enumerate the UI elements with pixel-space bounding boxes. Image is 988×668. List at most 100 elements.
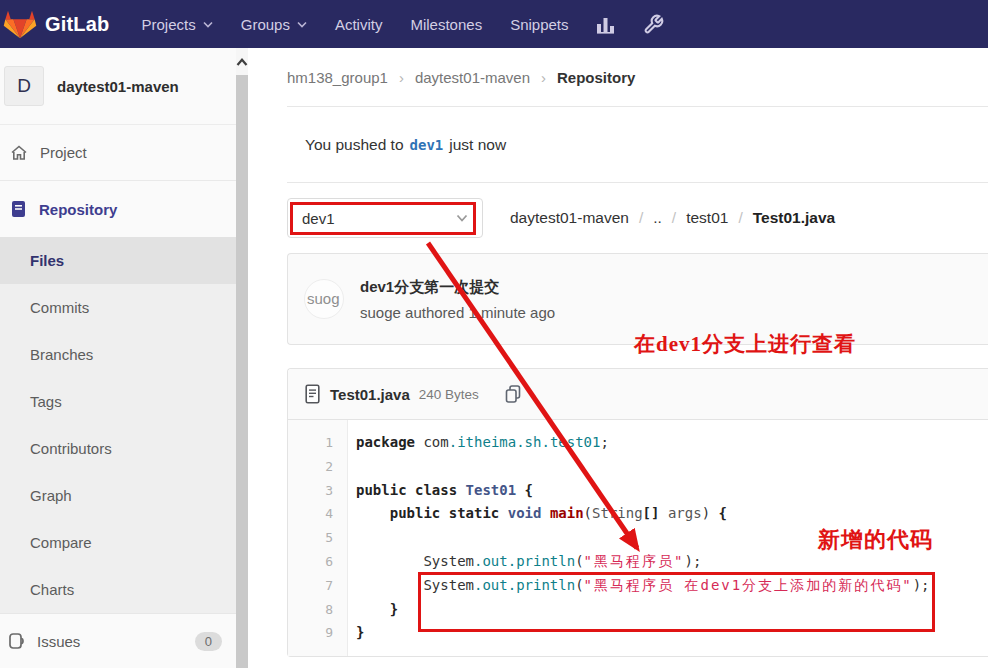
file-viewer: Test01.java 240 Bytes 123456789 package … [287, 368, 988, 657]
code-line: } [348, 621, 988, 645]
code-line: package com.itheima.sh.test01; [348, 431, 988, 455]
brand-name: GitLab [45, 13, 110, 36]
sidebar-item-graph[interactable]: Graph [0, 472, 236, 519]
commit-author-avatar: suoge [304, 279, 344, 319]
path-segment[interactable]: daytest01-maven [510, 209, 629, 227]
gitlab-tanuki-icon [2, 7, 38, 41]
line-number[interactable]: 4 [288, 502, 333, 526]
sidebar: D daytest01-maven Project Repository Fil… [0, 48, 236, 668]
repository-submenu: FilesCommitsBranchesTagsContributorsGrap… [0, 237, 236, 613]
line-numbers[interactable]: 123456789 [288, 420, 348, 656]
charts-icon[interactable] [595, 14, 617, 34]
push-notice-text: You pushed to [305, 136, 404, 154]
push-notice: You pushed to dev1 just now [287, 107, 988, 183]
path-separator: / [639, 209, 643, 227]
file-size: 240 Bytes [419, 387, 479, 402]
line-number[interactable]: 5 [288, 526, 333, 550]
nav-item-milestones[interactable]: Milestones [410, 16, 482, 33]
sidebar-item-label: Repository [39, 201, 117, 218]
path-current-file: Test01.java [753, 209, 835, 227]
push-notice-text-suffix: just now [449, 136, 506, 154]
sidebar-item-label: Project [40, 144, 87, 161]
sidebar-item-commits[interactable]: Commits [0, 284, 236, 331]
copy-icon [503, 384, 523, 404]
sidebar-item-issues[interactable]: Issues 0 [0, 613, 236, 668]
breadcrumb-separator: › [541, 69, 546, 86]
line-number[interactable]: 9 [288, 621, 333, 645]
sidebar-item-charts[interactable]: Charts [0, 566, 236, 613]
breadcrumb-item[interactable]: hm138_group1 [287, 69, 388, 86]
nav-item-snippets[interactable]: Snippets [510, 16, 568, 33]
file-viewer-header: Test01.java 240 Bytes [288, 369, 988, 420]
project-name: daytest01-maven [57, 78, 179, 95]
home-icon [10, 144, 28, 162]
breadcrumb-item[interactable]: daytest01-maven [415, 69, 530, 86]
sidebar-item-branches[interactable]: Branches [0, 331, 236, 378]
breadcrumb-item: Repository [557, 69, 635, 86]
scrollbar-thumb[interactable] [236, 75, 248, 668]
sidebar-item-compare[interactable]: Compare [0, 519, 236, 566]
sidebar-item-project[interactable]: Project [0, 125, 236, 181]
nav-item-label: Groups [241, 16, 290, 33]
sidebar-item-files[interactable]: Files [0, 237, 236, 284]
path-segment[interactable]: .. [653, 209, 662, 227]
sidebar-item-label: Issues [37, 633, 80, 650]
file-icon [304, 384, 321, 404]
code-lines: package com.itheima.sh.test01; public cl… [348, 420, 988, 656]
nav-item-label: Milestones [410, 16, 482, 33]
line-number[interactable]: 6 [288, 550, 333, 574]
sidebar-item-tags[interactable]: Tags [0, 378, 236, 425]
top-navbar: GitLab Projects Groups Activity Milestones S… [0, 0, 988, 48]
code-line: public static void main(String[] args) { [348, 502, 988, 526]
line-number[interactable]: 1 [288, 431, 333, 455]
sidebar-item-contributors[interactable]: Contributors [0, 425, 236, 472]
code-line: System.out.println("黑马程序员 在dev1分支上添加的新的代… [348, 574, 988, 598]
last-commit-panel: suoge dev1分支第一次提交 suoge authored 1 minut… [287, 253, 988, 345]
line-number[interactable]: 2 [288, 455, 333, 479]
issues-count-badge: 0 [195, 632, 222, 651]
line-number[interactable]: 3 [288, 479, 333, 503]
line-number[interactable]: 7 [288, 574, 333, 598]
chevron-down-icon [203, 21, 213, 28]
branch-dropdown-value: dev1 [302, 210, 335, 227]
breadcrumb: hm138_group1 › daytest01-maven › Repository [287, 48, 988, 107]
code-line [348, 455, 988, 479]
sidebar-scrollbar [236, 48, 248, 668]
breadcrumb-separator: › [399, 69, 404, 86]
chevron-down-icon [456, 214, 468, 222]
admin-wrench-icon[interactable] [643, 14, 664, 35]
file-name: Test01.java [330, 386, 410, 403]
code-line: public class Test01 { [348, 479, 988, 503]
project-avatar: D [4, 66, 44, 106]
nav-item-label: Projects [142, 16, 196, 33]
line-number[interactable]: 8 [288, 598, 333, 622]
branch-dropdown[interactable]: dev1 [287, 198, 483, 238]
nav-menu: Projects Groups Activity Milestones Snippets [142, 16, 569, 33]
repository-icon [10, 200, 27, 218]
scrollbar-up-button[interactable] [236, 48, 248, 75]
nav-item-label: Snippets [510, 16, 568, 33]
file-toolbar: dev1 daytest01-maven /.. / test01 / Test01.ja… [287, 183, 988, 253]
nav-item-groups[interactable]: Groups [241, 16, 307, 33]
commit-meta: suoge authored 1 minute ago [360, 304, 555, 321]
nav-item-activity[interactable]: Activity [335, 16, 383, 33]
pushed-branch-link[interactable]: dev1 [410, 137, 444, 153]
gitlab-brand[interactable]: GitLab [2, 7, 110, 41]
copy-file-contents-button[interactable] [503, 384, 523, 404]
chevron-down-icon [297, 21, 307, 28]
issues-icon [8, 632, 25, 650]
commit-title[interactable]: dev1分支第一次提交 [360, 278, 555, 297]
path-separator: / [738, 209, 742, 227]
code-line [348, 526, 988, 550]
path-segment[interactable]: test01 [686, 209, 728, 227]
code-line: System.out.println("黑马程序员"); [348, 550, 988, 574]
code-line: } [348, 598, 988, 622]
path-separator: / [672, 209, 676, 227]
nav-item-projects[interactable]: Projects [142, 16, 213, 33]
file-path-breadcrumb: daytest01-maven /.. / test01 / Test01.java [510, 209, 835, 227]
nav-item-label: Activity [335, 16, 383, 33]
main-content: hm138_group1›daytest01-maven›Repository … [248, 48, 988, 668]
sidebar-project-context[interactable]: D daytest01-maven [0, 48, 236, 125]
sidebar-item-repository[interactable]: Repository [0, 181, 236, 237]
code-view: 123456789 package com.itheima.sh.test01;… [288, 420, 988, 656]
